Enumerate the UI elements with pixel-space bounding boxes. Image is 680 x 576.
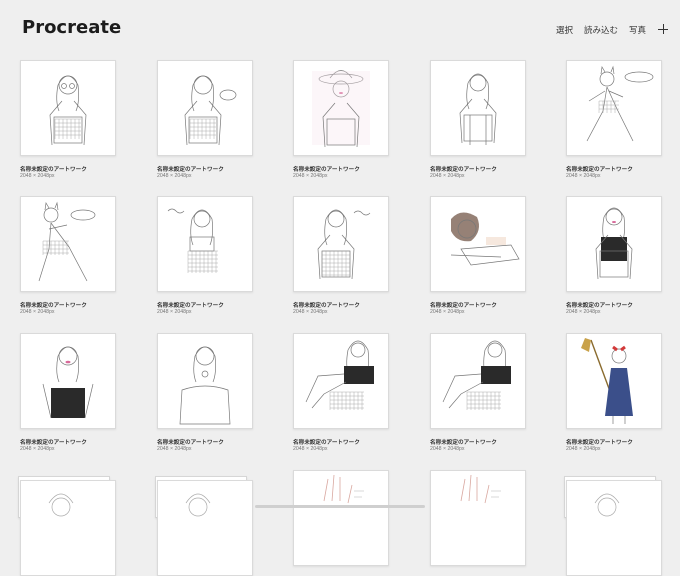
artwork-dimensions: 2048 × 2048px bbox=[430, 173, 465, 179]
artwork-thumbnail[interactable] bbox=[157, 196, 253, 292]
artwork-title: 名称未設定のアートワーク bbox=[566, 303, 633, 309]
gallery-grid: 名称未設定のアートワーク 2048 × 2048px 名称未設定のアートワーク 204… bbox=[0, 0, 680, 576]
artwork-title: 名称未設定のアートワーク bbox=[566, 440, 633, 446]
artwork-title: 名称未設定のアートワーク bbox=[157, 167, 224, 173]
artwork-thumbnail-image bbox=[586, 65, 654, 142]
artwork-thumbnail[interactable] bbox=[566, 60, 662, 156]
artwork-dimensions: 2048 × 2048px bbox=[566, 173, 601, 179]
artwork-title: 名称未設定のアートワーク bbox=[293, 440, 360, 446]
artwork-dimensions: 2048 × 2048px bbox=[293, 173, 328, 179]
artwork-dimensions: 2048 × 2048px bbox=[157, 446, 192, 452]
artwork-thumbnail[interactable] bbox=[293, 333, 389, 429]
artwork-thumbnail[interactable] bbox=[20, 196, 116, 292]
artwork-title: 名称未設定のアートワーク bbox=[566, 167, 633, 173]
artwork-thumbnail[interactable] bbox=[20, 60, 116, 156]
artwork-thumbnail-image bbox=[595, 207, 633, 280]
artwork-thumbnail-image bbox=[42, 346, 94, 419]
artwork-thumbnail[interactable] bbox=[20, 480, 116, 576]
artwork-thumbnail[interactable] bbox=[566, 333, 662, 429]
artwork-thumbnail[interactable] bbox=[157, 60, 253, 156]
artwork-thumbnail-image bbox=[459, 73, 497, 145]
artwork-dimensions: 2048 × 2048px bbox=[157, 309, 192, 315]
artwork-thumbnail[interactable] bbox=[430, 333, 526, 429]
artwork-thumbnail-image bbox=[594, 493, 620, 517]
artwork-thumbnail[interactable] bbox=[430, 470, 526, 566]
artwork-title: 名称未設定のアートワーク bbox=[430, 167, 497, 173]
artwork-title: 名称未設定のアートワーク bbox=[430, 440, 497, 446]
artwork-thumbnail[interactable] bbox=[293, 60, 389, 156]
artwork-dimensions: 2048 × 2048px bbox=[20, 173, 55, 179]
artwork-thumbnail[interactable] bbox=[430, 196, 526, 292]
artwork-thumbnail[interactable] bbox=[157, 333, 253, 429]
artwork-thumbnail-image bbox=[442, 340, 511, 410]
artwork-title: 名称未設定のアートワーク bbox=[20, 440, 87, 446]
artwork-thumbnail[interactable] bbox=[20, 333, 116, 429]
artwork-thumbnail-image bbox=[317, 209, 371, 280]
artwork-title: 名称未設定のアートワーク bbox=[293, 167, 360, 173]
artwork-dimensions: 2048 × 2048px bbox=[293, 446, 328, 452]
artwork-thumbnail[interactable] bbox=[293, 470, 389, 566]
artwork-thumbnail-image bbox=[450, 212, 520, 266]
artwork-thumbnail-image bbox=[312, 70, 370, 148]
artwork-thumbnail[interactable] bbox=[566, 480, 662, 576]
artwork-thumbnail-image bbox=[460, 474, 501, 504]
artwork-thumbnail-image bbox=[48, 493, 74, 517]
artwork-title: 名称未設定のアートワーク bbox=[430, 303, 497, 309]
artwork-thumbnail[interactable] bbox=[157, 480, 253, 576]
artwork-dimensions: 2048 × 2048px bbox=[20, 309, 55, 315]
artwork-title: 名称未設定のアートワーク bbox=[20, 303, 87, 309]
artwork-title: 名称未設定のアートワーク bbox=[20, 167, 87, 173]
artwork-thumbnail-image bbox=[185, 493, 211, 517]
artwork-thumbnail-image bbox=[179, 346, 231, 425]
artwork-thumbnail[interactable] bbox=[566, 196, 662, 292]
home-indicator bbox=[255, 505, 425, 508]
artwork-dimensions: 2048 × 2048px bbox=[566, 446, 601, 452]
artwork-thumbnail[interactable] bbox=[430, 60, 526, 156]
artwork-thumbnail[interactable] bbox=[293, 196, 389, 292]
artwork-dimensions: 2048 × 2048px bbox=[20, 446, 55, 452]
artwork-thumbnail-image bbox=[49, 75, 87, 146]
artwork-title: 名称未設定のアートワーク bbox=[293, 303, 360, 309]
artwork-dimensions: 2048 × 2048px bbox=[566, 309, 601, 315]
artwork-dimensions: 2048 × 2048px bbox=[293, 309, 328, 315]
artwork-thumbnail-image bbox=[167, 208, 218, 273]
artwork-dimensions: 2048 × 2048px bbox=[430, 309, 465, 315]
artwork-thumbnail-image bbox=[305, 340, 374, 410]
artwork-thumbnail-image bbox=[184, 75, 237, 146]
artwork-title: 名称未設定のアートワーク bbox=[157, 440, 224, 446]
artwork-title: 名称未設定のアートワーク bbox=[157, 303, 224, 309]
artwork-thumbnail-image bbox=[323, 474, 364, 504]
artwork-dimensions: 2048 × 2048px bbox=[430, 446, 465, 452]
artwork-dimensions: 2048 × 2048px bbox=[157, 173, 192, 179]
artwork-thumbnail-image bbox=[38, 201, 96, 282]
artwork-thumbnail-image bbox=[581, 338, 633, 424]
